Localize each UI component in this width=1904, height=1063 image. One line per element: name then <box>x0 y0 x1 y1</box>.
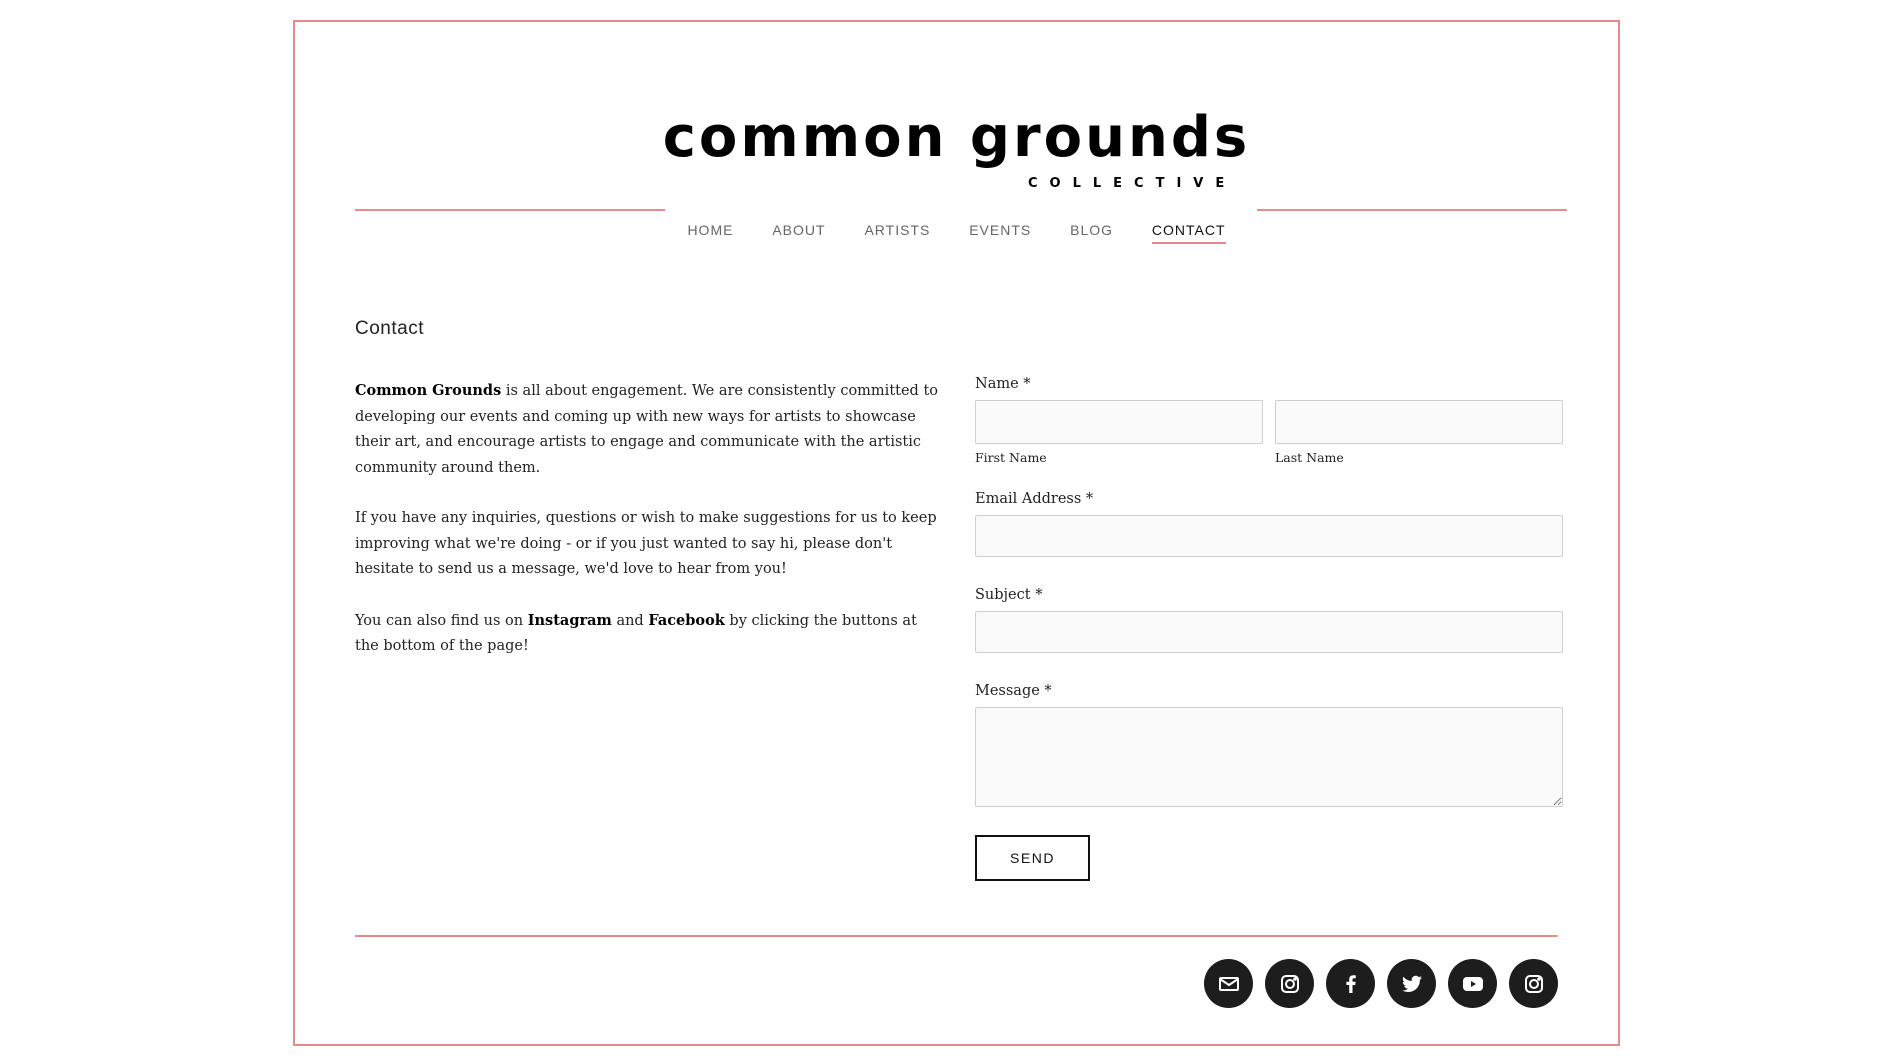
subject-input[interactable] <box>975 611 1563 653</box>
last-name-input[interactable] <box>1275 400 1563 444</box>
intro-paragraph-3: You can also find us on Instagram and Fa… <box>355 608 940 660</box>
nav-item-artists[interactable]: ARTISTS <box>864 222 930 242</box>
instagram-button[interactable] <box>1265 959 1314 1008</box>
facebook-mention: Facebook <box>648 611 725 629</box>
youtube-icon <box>1462 976 1483 991</box>
mail-icon <box>1218 976 1239 991</box>
intro-paragraph-2: If you have any inquiries, questions or … <box>355 510 937 577</box>
name-label: Name * <box>975 376 1031 392</box>
brand-name: Common Grounds <box>355 382 502 399</box>
intro-p3-and: and <box>611 612 649 629</box>
first-name-col: First Name <box>975 400 1263 465</box>
intro-p3-text-a: You can also find us on <box>355 612 528 629</box>
message-textarea[interactable] <box>975 707 1563 807</box>
send-button[interactable]: SEND <box>975 835 1090 881</box>
page-title: Contact <box>355 318 424 339</box>
name-field: Name * First Name Last Name <box>975 376 1563 465</box>
message-label: Message * <box>975 683 1052 699</box>
last-name-col: Last Name <box>1275 400 1563 465</box>
footer-divider <box>355 935 1558 937</box>
intro-text: Common Grounds is all about engagement. … <box>355 378 940 685</box>
instagram-icon <box>1524 974 1543 993</box>
twitter-button[interactable] <box>1387 959 1436 1008</box>
instagram-button-2[interactable] <box>1509 959 1558 1008</box>
nav-item-events[interactable]: EVENTS <box>969 222 1031 242</box>
intro-paragraph-1: Common Grounds is all about engagement. … <box>355 378 940 481</box>
first-name-input[interactable] <box>975 400 1263 444</box>
page-frame: common grounds COLLECTIVE HOME ABOUT ART… <box>293 20 1620 1046</box>
instagram-mention: Instagram <box>527 611 612 629</box>
name-row: First Name Last Name <box>975 400 1563 465</box>
nav-item-home[interactable]: HOME <box>687 222 733 242</box>
email-field: Email Address * <box>975 491 1563 557</box>
subject-label: Subject * <box>975 587 1043 603</box>
mail-button[interactable] <box>1204 959 1253 1008</box>
subject-field: Subject * <box>975 587 1563 653</box>
facebook-button[interactable] <box>1326 959 1375 1008</box>
logo-wordmark: common grounds <box>662 105 1251 170</box>
facebook-icon <box>1345 974 1356 993</box>
last-name-label: Last Name <box>1275 450 1344 465</box>
email-label: Email Address * <box>975 491 1094 507</box>
nav-item-about[interactable]: ABOUT <box>772 222 825 242</box>
social-links <box>1204 959 1558 1008</box>
main-nav: HOME ABOUT ARTISTS EVENTS BLOG CONTACT <box>295 222 1618 244</box>
nav-divider-right <box>1257 209 1567 211</box>
nav-item-contact[interactable]: CONTACT <box>1151 222 1226 244</box>
first-name-label: First Name <box>975 450 1047 465</box>
instagram-icon <box>1280 974 1299 993</box>
twitter-icon <box>1401 975 1422 992</box>
nav-item-blog[interactable]: BLOG <box>1070 222 1113 242</box>
message-field: Message * <box>975 683 1563 807</box>
youtube-button[interactable] <box>1448 959 1497 1008</box>
nav-divider-left <box>355 209 665 211</box>
email-input[interactable] <box>975 515 1563 557</box>
logo-subtitle: COLLECTIVE <box>1028 176 1237 191</box>
site-logo[interactable]: common grounds COLLECTIVE <box>295 105 1618 192</box>
contact-form: Name * First Name Last Name Email Addres… <box>975 376 1563 881</box>
